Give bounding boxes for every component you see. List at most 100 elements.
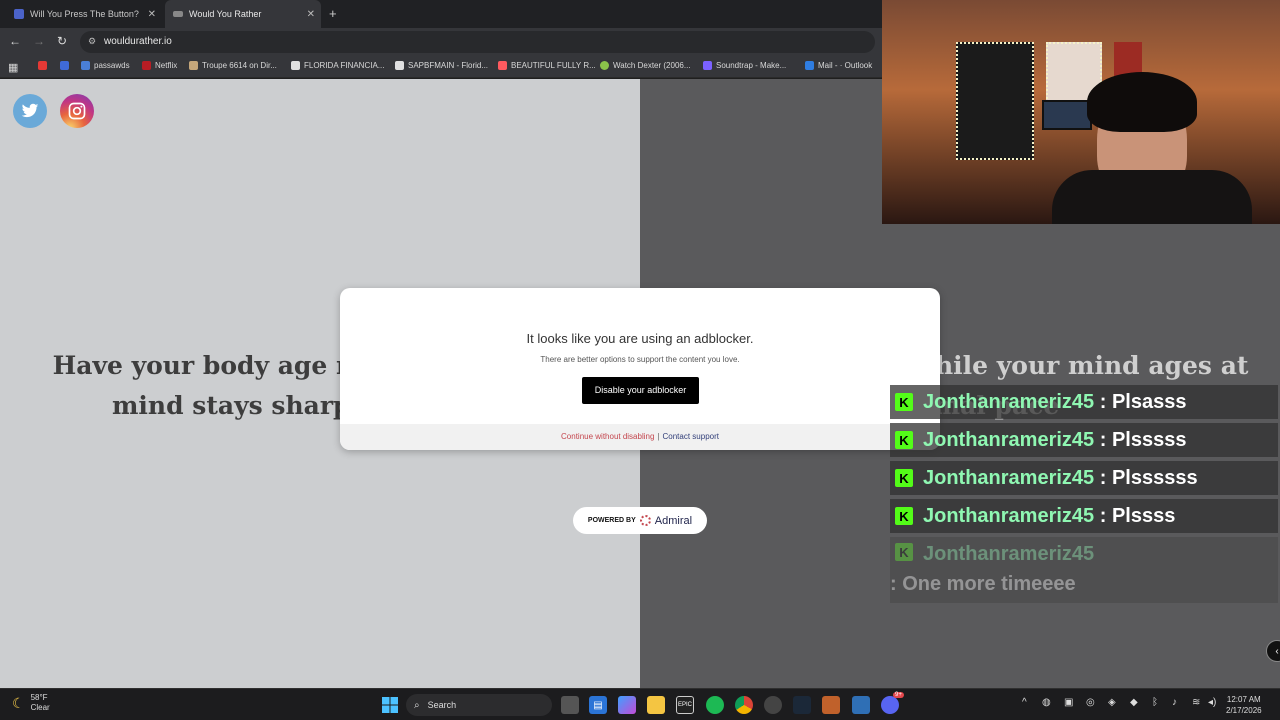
browser-toolbar: ← → ↻ ⚙ wouldurather.io bbox=[0, 28, 882, 56]
kick-icon: K bbox=[895, 507, 913, 525]
discord-icon[interactable] bbox=[881, 696, 899, 714]
spotify-icon[interactable] bbox=[706, 696, 724, 714]
chat-message: K Jonthanrameriz45 : Plsssss bbox=[890, 423, 1278, 457]
bookmark-label: passawds bbox=[94, 61, 130, 70]
bookmark-label: FLORIDA FINANCIA... bbox=[304, 61, 385, 70]
steam-tray-icon[interactable]: ◍ bbox=[1042, 697, 1051, 708]
tab-favicon-icon bbox=[14, 9, 24, 19]
taskbar-search[interactable]: ⌕ Search bbox=[406, 694, 552, 716]
bookmark-troupe[interactable]: Troupe 6614 on Dir... bbox=[189, 61, 277, 70]
chat-username: Jonthanrameriz45 bbox=[923, 543, 1095, 565]
modal-subtitle: There are better options to support the … bbox=[540, 355, 740, 364]
soundtrap-icon bbox=[703, 61, 712, 70]
bookmarks-bar: ▦ passawds Netflix Troupe 6614 on Dir...… bbox=[0, 56, 882, 78]
address-bar[interactable]: ⚙ wouldurather.io bbox=[80, 31, 875, 53]
moon-icon: ☾ bbox=[12, 694, 25, 711]
streamer-body bbox=[1052, 170, 1252, 224]
bookmark-label: Watch Dexter (2006... bbox=[613, 61, 691, 70]
windows-start-icon[interactable] bbox=[381, 696, 399, 714]
disable-adblocker-button[interactable]: Disable your adblocker bbox=[582, 377, 699, 404]
kick-icon: K bbox=[895, 431, 913, 449]
game-icon[interactable] bbox=[822, 696, 840, 714]
kick-icon: K bbox=[895, 469, 913, 487]
search-placeholder: Search bbox=[427, 700, 457, 710]
volume-icon[interactable]: ◂) bbox=[1208, 697, 1216, 708]
chat-text: : Plsasss bbox=[1094, 390, 1187, 413]
bookmark-passawds[interactable]: passawds bbox=[81, 61, 130, 70]
discord-notification-badge: 9+ bbox=[893, 692, 904, 698]
clock-time: 12:07 AM bbox=[1226, 695, 1261, 704]
webcam-overlay bbox=[882, 0, 1280, 224]
bookmark-item[interactable] bbox=[60, 61, 73, 70]
twitter-icon[interactable] bbox=[13, 94, 47, 128]
chat-username: Jonthanrameriz45 bbox=[923, 504, 1095, 527]
epic-games-icon[interactable]: EPIC bbox=[676, 696, 694, 714]
steam-icon[interactable] bbox=[793, 696, 811, 714]
chat-message: K Jonthanrameriz45 : Plssssss bbox=[890, 461, 1278, 495]
file-explorer-icon[interactable] bbox=[647, 696, 665, 714]
close-tab-icon[interactable]: ✕ bbox=[148, 9, 156, 20]
reload-icon[interactable]: ↻ bbox=[57, 34, 67, 48]
forward-icon[interactable]: → bbox=[33, 34, 45, 48]
url-text: wouldurather.io bbox=[104, 36, 172, 47]
site-info-icon[interactable]: ⚙ bbox=[88, 36, 96, 47]
bookmark-youtube[interactable] bbox=[38, 61, 51, 70]
bluetooth-icon[interactable]: ᛒ bbox=[1152, 697, 1158, 708]
bookmark-dexter[interactable]: Watch Dexter (2006... bbox=[600, 61, 691, 70]
admiral-logo-icon bbox=[639, 515, 651, 526]
outlook-icon bbox=[805, 61, 814, 70]
bookmark-label: Soundtrap - Make... bbox=[716, 61, 787, 70]
tray-app-icon[interactable]: ◆ bbox=[1130, 697, 1138, 708]
tray-app-icon[interactable]: ▣ bbox=[1064, 697, 1073, 708]
apps-grid-icon[interactable]: ▦ bbox=[8, 61, 18, 74]
chat-text: : Plsssss bbox=[1094, 428, 1187, 451]
contact-support-link[interactable]: Contact support bbox=[663, 432, 719, 441]
modal-title: It looks like you are using an adblocker… bbox=[526, 331, 754, 346]
tab-title: Would You Rather bbox=[189, 9, 262, 19]
microphone-icon[interactable]: ♪ bbox=[1172, 697, 1177, 708]
bookmark-soundtrap[interactable]: Soundtrap - Make... bbox=[703, 61, 786, 70]
tray-app-icon[interactable]: ◎ bbox=[1086, 697, 1095, 708]
weather-condition: Clear bbox=[30, 703, 50, 712]
bookmark-label: BEAUTIFUL FULLY R... bbox=[511, 61, 596, 70]
chat-message: K Jonthanrameriz45 : Plsasss bbox=[890, 385, 1278, 419]
copilot-icon[interactable] bbox=[618, 696, 636, 714]
new-tab-icon[interactable]: + bbox=[329, 6, 337, 21]
tab-will-you-press[interactable]: Will You Press The Button? ✕ bbox=[6, 0, 162, 28]
page-icon bbox=[395, 61, 404, 70]
back-icon[interactable]: ← bbox=[9, 34, 21, 48]
bookmark-outlook[interactable]: Mail - · Outlook bbox=[805, 61, 872, 70]
bookmark-florida-financial[interactable]: FLORIDA FINANCIA... bbox=[291, 61, 384, 70]
bookmark-sapbfmain[interactable]: SAPBFMAIN - Florid... bbox=[395, 61, 488, 70]
weather-widget[interactable]: ☾ 58°F Clear bbox=[12, 693, 50, 713]
powered-by-admiral-badge[interactable]: POWERED BY Admiral bbox=[573, 507, 707, 534]
bookmark-netflix[interactable]: Netflix bbox=[142, 61, 177, 70]
microsoft-store-icon[interactable]: ▤ bbox=[589, 696, 607, 714]
app-icon[interactable] bbox=[852, 696, 870, 714]
chat-username: Jonthanrameriz45 bbox=[923, 428, 1095, 451]
chat-text: : Plssss bbox=[1094, 504, 1176, 527]
chat-username: Jonthanrameriz45 bbox=[923, 390, 1095, 413]
chat-text: : One more timeeee bbox=[890, 573, 1076, 595]
obs-icon[interactable] bbox=[764, 696, 782, 714]
chrome-icon[interactable] bbox=[735, 696, 753, 714]
netflix-icon bbox=[142, 61, 151, 70]
tab-would-you-rather[interactable]: Would You Rather ✕ bbox=[165, 0, 321, 28]
admiral-logo: Admiral bbox=[639, 514, 693, 527]
wifi-icon[interactable]: ≋ bbox=[1192, 697, 1200, 708]
system-clock[interactable]: 12:07 AM 2/17/2026 bbox=[1226, 694, 1262, 716]
admiral-brand: Admiral bbox=[654, 514, 693, 527]
bookmark-airbnb[interactable]: BEAUTIFUL FULLY R... bbox=[498, 61, 596, 70]
docs-icon bbox=[81, 61, 90, 70]
task-view-icon[interactable] bbox=[561, 696, 579, 714]
bookmark-icon bbox=[60, 61, 69, 70]
close-tab-icon[interactable]: ✕ bbox=[307, 9, 315, 20]
tab-favicon-icon bbox=[173, 11, 183, 17]
chevron-up-icon[interactable]: ^ bbox=[1022, 697, 1027, 708]
modal-footer: Continue without disabling | Contact suppo… bbox=[340, 424, 940, 450]
continue-without-disabling-link[interactable]: Continue without disabling bbox=[561, 432, 654, 441]
tray-app-icon[interactable]: ◈ bbox=[1108, 697, 1116, 708]
instagram-icon[interactable] bbox=[60, 94, 94, 128]
chat-message: K Jonthanrameriz45 : One more timeeee bbox=[890, 537, 1278, 603]
bookmark-label: Mail - · Outlook bbox=[818, 61, 873, 70]
